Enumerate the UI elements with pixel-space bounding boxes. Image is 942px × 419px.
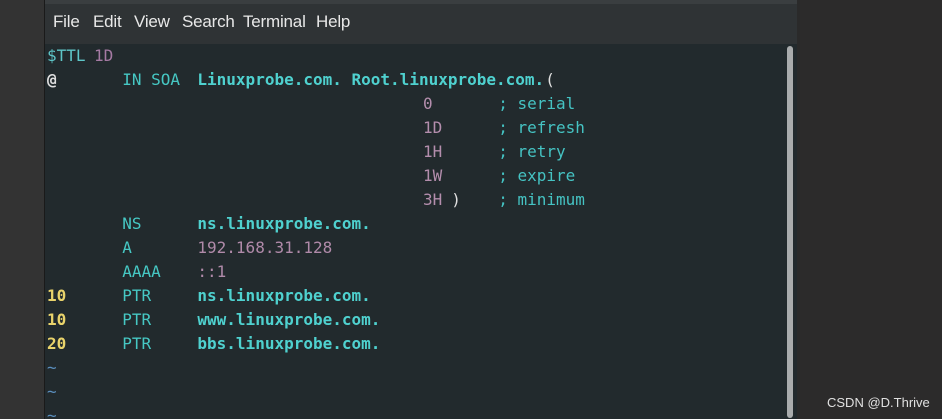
terminal-line: 10 PTR ns.linuxprobe.com.	[47, 284, 781, 308]
terminal-line: 10 PTR www.linuxprobe.com.	[47, 308, 781, 332]
terminal-token: 10	[47, 286, 67, 305]
terminal-token: 3H	[423, 190, 443, 209]
terminal-token: ; expire	[498, 166, 576, 185]
terminal-line: 0 ; serial	[47, 92, 781, 116]
terminal-token: )	[451, 190, 461, 209]
vertical-scrollbar[interactable]	[783, 44, 797, 419]
watermark: CSDN @D.Thrive	[827, 395, 930, 410]
terminal-token: (	[545, 70, 555, 89]
terminal-token: 20	[47, 334, 67, 353]
terminal-token: $TTL	[47, 46, 86, 65]
terminal-token: 1W	[423, 166, 443, 185]
terminal-token: IN SOA	[122, 70, 180, 89]
menu-terminal[interactable]: Terminal	[243, 12, 306, 32]
terminal-content[interactable]: $TTL 1D @ IN SOA Linuxprobe.com. Root.linuxp…	[45, 44, 783, 419]
terminal-token: 192.168.31.128	[197, 238, 333, 257]
empty-line-marker: ~	[47, 382, 57, 401]
terminal-token: www.linuxprobe.com.	[197, 310, 381, 329]
terminal-token: @	[47, 70, 57, 89]
terminal-token: Linuxprobe.com. Root.linuxprobe.com.	[197, 70, 545, 89]
terminal-token: 1H	[423, 142, 443, 161]
terminal-line: @ IN SOA Linuxprobe.com. Root.linuxprobe.c…	[47, 68, 781, 92]
terminal-line: A 192.168.31.128	[47, 236, 781, 260]
terminal-token: PTR	[122, 286, 152, 305]
menu-file[interactable]: File	[53, 12, 80, 32]
terminal-token: A	[122, 238, 132, 257]
terminal-line: 20 PTR bbs.linuxprobe.com.	[47, 332, 781, 356]
terminal-line: ~	[47, 380, 781, 404]
terminal-line: $TTL 1D	[47, 44, 781, 68]
terminal-line: 1D ; refresh	[47, 116, 781, 140]
terminal-line: AAAA::1	[47, 260, 781, 284]
terminal-token: 1D	[94, 46, 114, 65]
terminal-token: PTR	[122, 334, 152, 353]
terminal-token: ; retry	[498, 142, 566, 161]
terminal-token: 10	[47, 310, 67, 329]
terminal-token: bbs.linuxprobe.com.	[197, 334, 381, 353]
desktop-background-right-inner	[800, 0, 942, 419]
terminal-token: ::1	[197, 262, 227, 281]
terminal-line: 3H) ; minimum	[47, 188, 781, 212]
terminal-token: ns.linuxprobe.com.	[197, 214, 371, 233]
terminal-token: NS	[122, 214, 142, 233]
terminal-token: AAAA	[122, 262, 161, 281]
menu-bar-top-edge	[45, 0, 797, 4]
menu-help[interactable]: Help	[316, 12, 350, 32]
terminal-token: ; refresh	[498, 118, 585, 137]
terminal-token: ; serial	[498, 94, 576, 113]
empty-line-marker: ~	[47, 358, 57, 377]
terminal-token: ; minimum	[498, 190, 585, 209]
desktop-background-left	[0, 0, 44, 419]
terminal-token: ns.linuxprobe.com.	[197, 286, 371, 305]
terminal-line: ~	[47, 404, 781, 419]
terminal-window: File Edit View Search Terminal Help $TTL…	[44, 0, 797, 419]
terminal-line: ~	[47, 356, 781, 380]
terminal-token: 1D	[423, 118, 443, 137]
terminal-line: 1H ; retry	[47, 140, 781, 164]
terminal-line: 1W ; expire	[47, 164, 781, 188]
menu-bar: File Edit View Search Terminal Help	[45, 0, 797, 45]
menu-search[interactable]: Search	[182, 12, 235, 32]
scrollbar-thumb[interactable]	[787, 46, 793, 418]
terminal-line: NS ns.linuxprobe.com.	[47, 212, 781, 236]
empty-line-marker: ~	[47, 406, 57, 419]
terminal-token: 0	[423, 94, 433, 113]
menu-view[interactable]: View	[134, 12, 170, 32]
menu-edit[interactable]: Edit	[93, 12, 122, 32]
terminal-token: PTR	[122, 310, 152, 329]
